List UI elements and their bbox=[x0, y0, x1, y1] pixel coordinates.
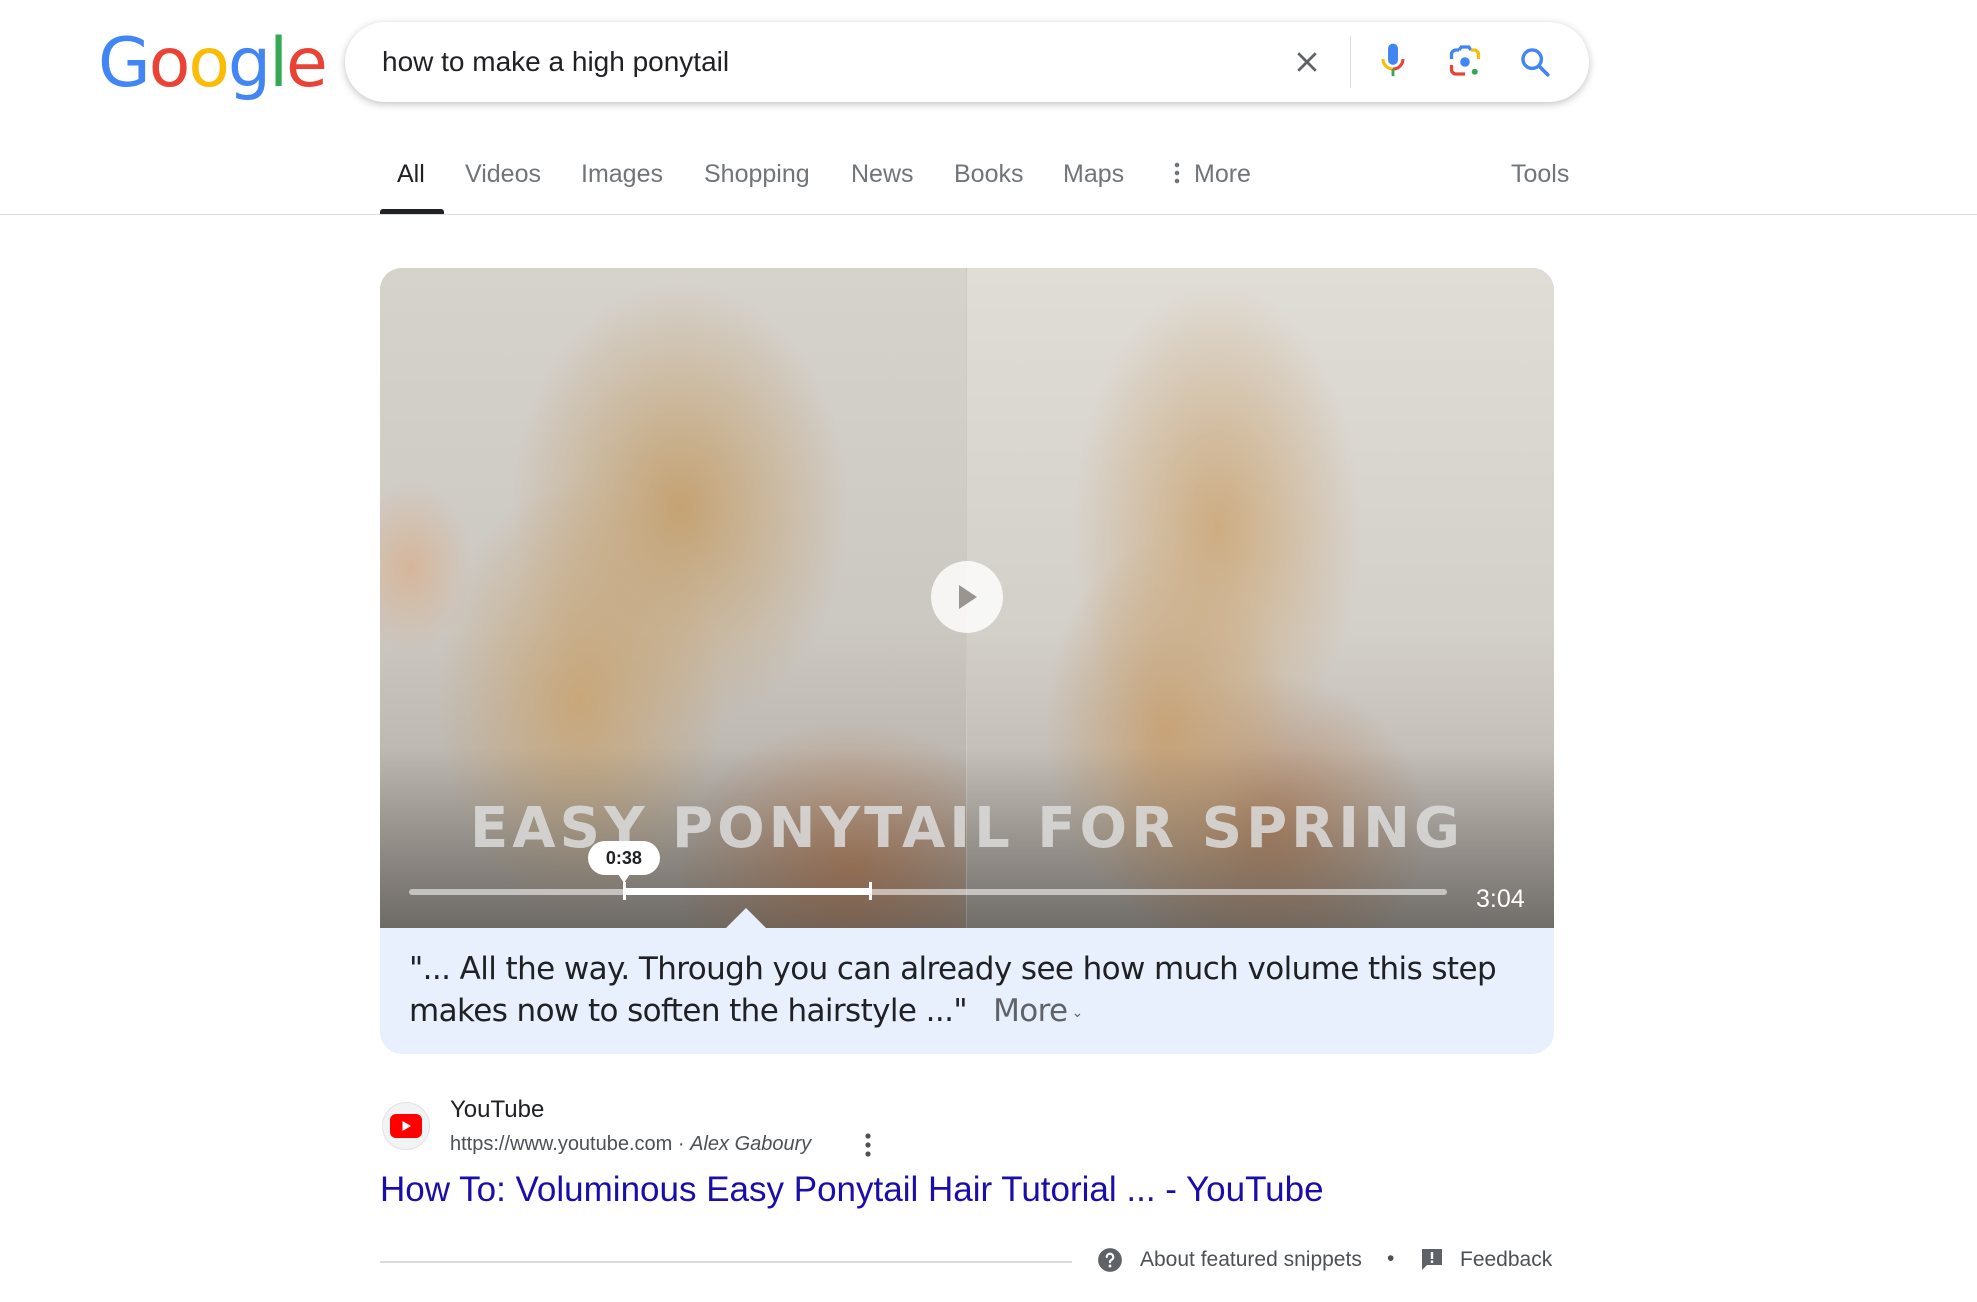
help-icon bbox=[1098, 1248, 1122, 1272]
logo-letter: o bbox=[188, 24, 230, 103]
url-separator: · bbox=[672, 1133, 691, 1155]
play-icon bbox=[959, 585, 977, 609]
search-input[interactable] bbox=[382, 22, 1262, 102]
result-options-button[interactable] bbox=[858, 1130, 878, 1160]
feedback-link[interactable]: Feedback bbox=[1420, 1247, 1552, 1273]
search-divider bbox=[1350, 36, 1351, 88]
tabs-divider bbox=[0, 214, 1977, 215]
footer-divider bbox=[380, 1261, 1072, 1263]
snippet-more-button[interactable]: More ⌄ bbox=[993, 993, 1083, 1029]
video-progress-bar[interactable] bbox=[409, 882, 1447, 900]
clip-start-tooltip: 0:38 bbox=[587, 841, 660, 883]
featured-snippet: "... All the way. Through you can alread… bbox=[380, 928, 1554, 1054]
tab-more[interactable]: More bbox=[1172, 160, 1251, 189]
more-vert-icon bbox=[865, 1133, 871, 1157]
play-button[interactable] bbox=[931, 561, 1003, 633]
google-lens-icon[interactable] bbox=[1445, 42, 1485, 82]
about-featured-snippets-label: About featured snippets bbox=[1140, 1248, 1362, 1271]
youtube-logo-icon bbox=[390, 1114, 422, 1138]
tab-videos[interactable]: Videos bbox=[465, 160, 541, 189]
microphone-icon[interactable] bbox=[1373, 42, 1413, 82]
logo-letter: l bbox=[269, 24, 288, 103]
feedback-icon bbox=[1422, 1249, 1442, 1270]
source-url[interactable]: https://www.youtube.com bbox=[450, 1133, 672, 1155]
more-vert-icon bbox=[1174, 162, 1180, 184]
footer-dot: • bbox=[1387, 1247, 1395, 1270]
tools-button[interactable]: Tools bbox=[1511, 160, 1569, 189]
tab-books[interactable]: Books bbox=[954, 160, 1023, 189]
snippet-more-label: More bbox=[993, 993, 1068, 1029]
result-title-link[interactable]: How To: Voluminous Easy Ponytail Hair Tu… bbox=[380, 1170, 1324, 1210]
tab-all[interactable]: All bbox=[397, 160, 425, 189]
chevron-down-icon: ⌄ bbox=[1071, 1004, 1084, 1021]
search-tabs: All Videos Images Shopping News Books Ma… bbox=[0, 150, 1977, 214]
logo-letter: g bbox=[227, 24, 271, 103]
search-bar bbox=[345, 22, 1589, 102]
google-logo[interactable]: Google bbox=[98, 24, 328, 103]
source-url-line: https://www.youtube.com · Alex Gaboury bbox=[450, 1133, 811, 1156]
tab-more-label: More bbox=[1194, 160, 1251, 188]
youtube-favicon[interactable] bbox=[382, 1102, 430, 1150]
clip-segment bbox=[623, 888, 870, 895]
snippet-text: "... All the way. Through you can alread… bbox=[409, 948, 1519, 1034]
video-thumbnail[interactable]: EASY PONYTAIL FOR SPRING 0:38 3:04 bbox=[380, 268, 1554, 928]
video-caption: EASY PONYTAIL FOR SPRING bbox=[470, 796, 1464, 861]
clip-end-marker bbox=[868, 882, 872, 900]
tab-images[interactable]: Images bbox=[581, 160, 663, 189]
logo-letter: G bbox=[98, 24, 151, 103]
snippet-quote: "... All the way. Through you can alread… bbox=[409, 951, 1497, 1029]
clear-icon[interactable] bbox=[1287, 42, 1327, 82]
snippet-pointer bbox=[726, 908, 766, 928]
logo-letter: o bbox=[148, 24, 191, 103]
source-author: Alex Gaboury bbox=[690, 1133, 812, 1155]
video-duration: 3:04 bbox=[1476, 885, 1525, 913]
tab-shopping[interactable]: Shopping bbox=[704, 160, 810, 189]
tab-news[interactable]: News bbox=[851, 160, 914, 189]
feedback-label: Feedback bbox=[1460, 1248, 1553, 1271]
about-featured-snippets-link[interactable]: About featured snippets bbox=[1097, 1247, 1362, 1273]
clip-start-marker bbox=[622, 882, 626, 900]
logo-letter: e bbox=[286, 24, 328, 103]
search-icon[interactable] bbox=[1515, 42, 1555, 82]
tab-maps[interactable]: Maps bbox=[1063, 160, 1124, 189]
source-site-name[interactable]: YouTube bbox=[450, 1096, 544, 1124]
